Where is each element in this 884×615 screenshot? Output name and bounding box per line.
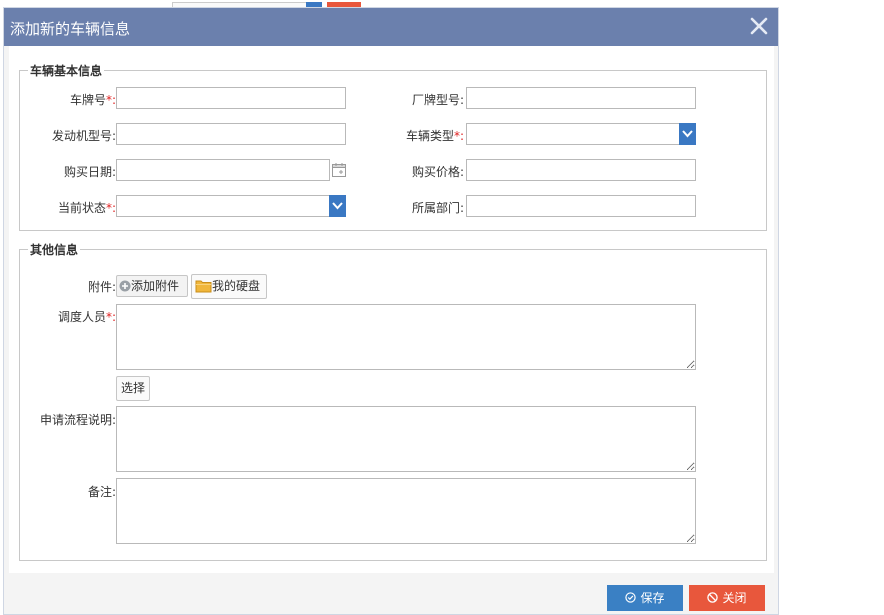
- dialog-content: 车辆基本信息 车牌号*: 厂牌型号: 发动机型号: 车辆类型*: 购买日期: 购…: [9, 46, 774, 573]
- plus-circle-icon: [119, 280, 131, 292]
- dept-input[interactable]: [466, 195, 696, 217]
- select-button[interactable]: 选择: [116, 376, 150, 401]
- required-mark: *:: [105, 201, 116, 215]
- required-mark: *:: [105, 93, 116, 107]
- status-select-dropdown[interactable]: [329, 195, 346, 217]
- price-label: 购买价格:: [411, 165, 464, 179]
- folder-icon: [195, 280, 212, 293]
- add-vehicle-dialog: 添加新的车辆信息 车辆基本信息 车牌号*: 厂牌型号: 发动机型号: 车辆类型*…: [3, 7, 779, 615]
- close-button[interactable]: 关闭: [689, 585, 765, 611]
- dialog-title: 添加新的车辆信息: [10, 20, 131, 38]
- save-label: 保存: [640, 591, 665, 605]
- other-info-legend: 其他信息: [30, 243, 79, 257]
- dept-label: 所属部门:: [411, 201, 464, 215]
- my-disk-label: 我的硬盘: [212, 279, 261, 293]
- chevron-down-icon: [682, 130, 693, 138]
- engine-label: 发动机型号:: [51, 129, 116, 143]
- required-mark: *:: [105, 310, 116, 324]
- close-label: 关闭: [722, 591, 747, 605]
- basic-info-legend: 车辆基本信息: [30, 64, 103, 78]
- status-select[interactable]: [116, 195, 346, 217]
- plate-input[interactable]: [116, 87, 346, 109]
- buy-date-label: 购买日期:: [63, 165, 116, 179]
- model-label: 厂牌型号:: [411, 93, 464, 107]
- engine-input[interactable]: [116, 123, 346, 145]
- chevron-down-icon: [332, 202, 343, 210]
- type-label: 车辆类型*:: [405, 129, 464, 143]
- dialog-titlebar: 添加新的车辆信息: [4, 8, 778, 46]
- dispatcher-textarea[interactable]: [116, 304, 696, 370]
- close-icon[interactable]: [746, 13, 772, 39]
- process-label: 申请流程说明:: [39, 413, 116, 427]
- save-button[interactable]: 保存: [607, 585, 683, 611]
- type-select-dropdown[interactable]: [679, 123, 696, 145]
- price-input[interactable]: [466, 159, 696, 181]
- ban-icon: [707, 592, 719, 603]
- remark-label: 备注:: [87, 485, 116, 499]
- remark-textarea[interactable]: [116, 478, 696, 544]
- buy-date-input[interactable]: [116, 159, 330, 181]
- add-attach-label: 添加附件: [131, 279, 180, 293]
- attach-label: 附件:: [87, 280, 116, 294]
- process-textarea[interactable]: [116, 406, 696, 472]
- calendar-icon[interactable]: [331, 162, 347, 178]
- required-mark: *:: [453, 129, 464, 143]
- status-label: 当前状态*:: [57, 201, 116, 215]
- type-select[interactable]: [466, 123, 696, 145]
- check-circle-icon: [625, 592, 637, 603]
- model-input[interactable]: [466, 87, 696, 109]
- my-disk-button[interactable]: 我的硬盘: [191, 274, 267, 299]
- plate-label: 车牌号*:: [69, 93, 116, 107]
- add-attach-button[interactable]: 添加附件: [116, 275, 188, 297]
- dispatcher-label: 调度人员*:: [57, 310, 116, 324]
